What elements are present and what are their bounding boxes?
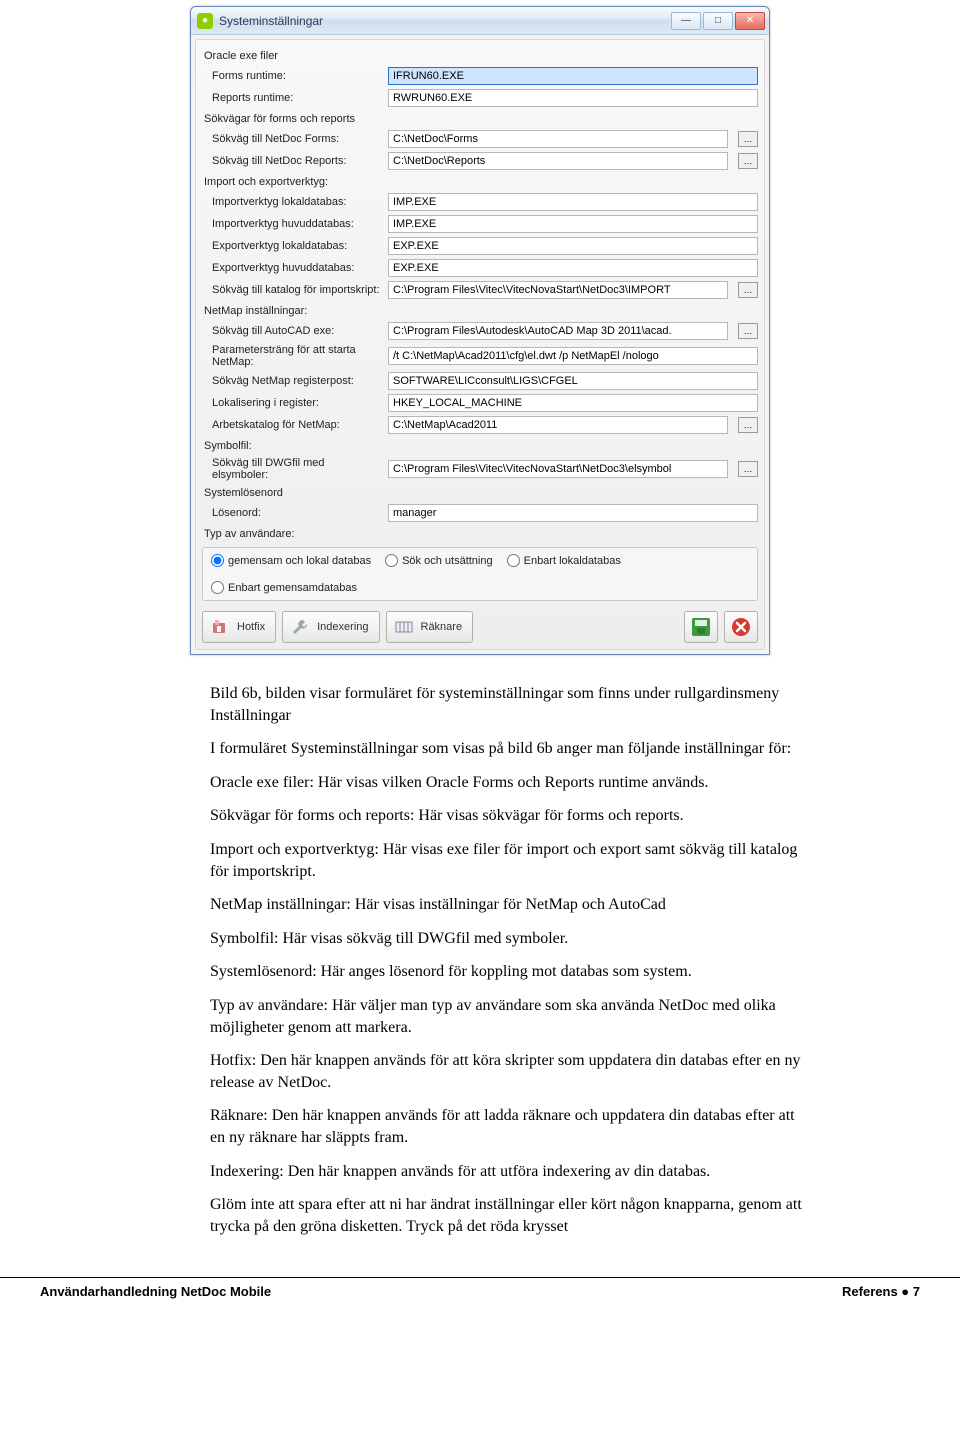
counters-button[interactable]: Räknare xyxy=(386,611,474,643)
reg-input[interactable] xyxy=(388,372,758,390)
footer-page: 7 xyxy=(913,1284,920,1299)
para: Sökvägar för forms och reports: Här visa… xyxy=(210,805,810,827)
work-input[interactable] xyxy=(388,416,728,434)
paths-header: Sökvägar för forms och reports xyxy=(202,109,758,128)
reports-path-browse[interactable]: … xyxy=(738,153,758,169)
usertype-opt2[interactable]: Sök och utsättning xyxy=(385,554,493,567)
close-action-button[interactable] xyxy=(724,611,758,643)
indexing-button[interactable]: Indexering xyxy=(282,611,379,643)
counter-icon xyxy=(393,617,415,637)
reg-label: Sökväg NetMap registerpost: xyxy=(212,375,382,387)
minimize-button[interactable]: — xyxy=(671,12,701,30)
usertype-header: Typ av användare: xyxy=(202,524,758,543)
close-button[interactable]: ✕ xyxy=(735,12,765,30)
window-title: Systeminställningar xyxy=(219,14,671,28)
wrench-icon xyxy=(289,617,311,637)
exp-local-input[interactable] xyxy=(388,237,758,255)
para: Hotfix: Den här knappen används för att … xyxy=(210,1050,810,1093)
para: Bild 6b, bilden visar formuläret för sys… xyxy=(210,683,810,726)
para: Oracle exe filer: Här visas vilken Oracl… xyxy=(210,772,810,794)
para: I formuläret Systeminställningar som vis… xyxy=(210,738,810,760)
usertype-radio-1[interactable] xyxy=(211,554,224,567)
autocad-label: Sökväg till AutoCAD exe: xyxy=(212,325,382,337)
impexp-header: Import och exportverktyg: xyxy=(202,172,758,191)
symbol-browse[interactable]: … xyxy=(738,461,758,477)
footer-right-label: Referens xyxy=(842,1284,898,1299)
exp-main-input[interactable] xyxy=(388,259,758,277)
para: Typ av användare: Här väljer man typ av … xyxy=(210,995,810,1038)
script-path-browse[interactable]: … xyxy=(738,282,758,298)
work-browse[interactable]: … xyxy=(738,417,758,433)
forms-path-browse[interactable]: … xyxy=(738,131,758,147)
usertype-radio-2[interactable] xyxy=(385,554,398,567)
maximize-button[interactable]: □ xyxy=(703,12,733,30)
forms-runtime-input[interactable] xyxy=(388,67,758,85)
hotfix-button[interactable]: Hotfix xyxy=(202,611,276,643)
para: Symbolfil: Här visas sökväg till DWGfil … xyxy=(210,928,810,950)
hotfix-icon xyxy=(209,617,231,637)
article-body: Bild 6b, bilden visar formuläret för sys… xyxy=(0,655,960,1237)
forms-path-input[interactable] xyxy=(388,130,728,148)
reports-runtime-input[interactable] xyxy=(388,89,758,107)
close-icon xyxy=(730,616,752,638)
indexing-label: Indexering xyxy=(317,621,368,633)
footer-left: Användarhandledning NetDoc Mobile xyxy=(40,1284,271,1299)
save-button[interactable] xyxy=(684,611,718,643)
autocad-input[interactable] xyxy=(388,322,728,340)
symbol-header: Symbolfil: xyxy=(202,436,758,455)
script-path-input[interactable] xyxy=(388,281,728,299)
reports-path-input[interactable] xyxy=(388,152,728,170)
imp-local-input[interactable] xyxy=(388,193,758,211)
exp-main-label: Exportverktyg huvuddatabas: xyxy=(212,262,382,274)
usertype-opt3[interactable]: Enbart lokaldatabas xyxy=(507,554,621,567)
script-path-label: Sökväg till katalog för importskript: xyxy=(212,284,382,296)
page-footer: Användarhandledning NetDoc Mobile Refere… xyxy=(0,1277,960,1299)
work-label: Arbetskatalog för NetMap: xyxy=(212,419,382,431)
exp-local-label: Exportverktyg lokaldatabas: xyxy=(212,240,382,252)
settings-window: ● Systeminställningar — □ ✕ Oracle exe f… xyxy=(190,6,770,655)
forms-path-label: Sökväg till NetDoc Forms: xyxy=(212,133,382,145)
usertype-radio-3[interactable] xyxy=(507,554,520,567)
password-input[interactable] xyxy=(388,504,758,522)
symbol-label: Sökväg till DWGfil med elsymboler: xyxy=(212,457,382,481)
loc-input[interactable] xyxy=(388,394,758,412)
usertype-radio-4[interactable] xyxy=(211,581,224,594)
loc-label: Lokalisering i register: xyxy=(212,397,382,409)
save-icon xyxy=(690,616,712,638)
netmap-header: NetMap inställningar: xyxy=(202,301,758,320)
imp-main-input[interactable] xyxy=(388,215,758,233)
para: Indexering: Den här knappen används för … xyxy=(210,1161,810,1183)
imp-local-label: Importverktyg lokaldatabas: xyxy=(212,196,382,208)
para: Glöm inte att spara efter att ni har änd… xyxy=(210,1194,810,1237)
imp-main-label: Importverktyg huvuddatabas: xyxy=(212,218,382,230)
password-label: Lösenord: xyxy=(212,507,382,519)
footer-sep: ● xyxy=(898,1284,913,1299)
syspass-header: Systemlösenord xyxy=(202,483,758,502)
app-icon: ● xyxy=(197,13,213,29)
usertype-group: gemensam och lokal databas Sök och utsät… xyxy=(202,547,758,601)
hotfix-label: Hotfix xyxy=(237,621,265,633)
para: Import och exportverktyg: Här visas exe … xyxy=(210,839,810,882)
para: Systemlösenord: Här anges lösenord för k… xyxy=(210,961,810,983)
reports-path-label: Sökväg till NetDoc Reports: xyxy=(212,155,382,167)
para: Räknare: Den här knappen används för att… xyxy=(210,1105,810,1148)
usertype-opt4[interactable]: Enbart gemensamdatabas xyxy=(211,581,357,594)
autocad-browse[interactable]: … xyxy=(738,323,758,339)
oracle-header: Oracle exe filer xyxy=(202,46,758,65)
symbol-input[interactable] xyxy=(388,460,728,478)
reports-runtime-label: Reports runtime: xyxy=(212,92,382,104)
para: NetMap inställningar: Här visas inställn… xyxy=(210,894,810,916)
titlebar: ● Systeminställningar — □ ✕ xyxy=(191,7,769,35)
usertype-opt1[interactable]: gemensam och lokal databas xyxy=(211,554,371,567)
param-label: Parametersträng för att starta NetMap: xyxy=(212,344,382,368)
forms-runtime-label: Forms runtime: xyxy=(212,70,382,82)
param-input[interactable] xyxy=(388,347,758,365)
counters-label: Räknare xyxy=(421,621,463,633)
